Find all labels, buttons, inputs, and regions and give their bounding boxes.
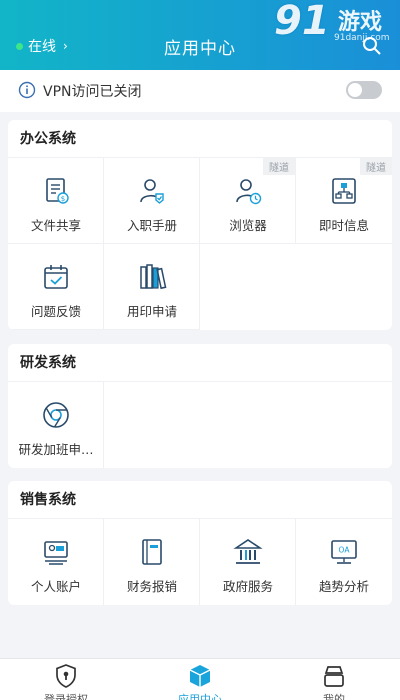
vpn-status-text: VPN访问已关闭 <box>43 84 142 100</box>
app-browser[interactable]: 隧道 浏览器 <box>200 158 296 244</box>
chrome-icon <box>43 402 69 428</box>
tab-mine[interactable]: 我的 <box>294 663 374 700</box>
app-personal-account[interactable]: 个人账户 <box>8 519 104 605</box>
header-bar: 在线 › 应用中心 91 游戏 91danji.com <box>0 0 400 70</box>
government-building-icon <box>233 539 263 564</box>
app-finance-reimburse[interactable]: 财务报销 <box>104 519 200 605</box>
app-label: 趋势分析 <box>318 579 369 594</box>
app-government-service[interactable]: 政府服务 <box>200 519 296 605</box>
app-seal-request[interactable]: 用印申请 <box>104 244 200 330</box>
tunnel-badge: 隧道 <box>263 158 295 175</box>
app-label: 入职手册 <box>126 218 177 233</box>
app-label: 财务报销 <box>126 579 177 594</box>
vpn-toggle[interactable] <box>346 81 382 99</box>
watermark-logo: 91 游戏 91danji.com <box>272 0 400 48</box>
tab-app-center[interactable]: 应用中心 <box>160 663 240 700</box>
section-title: 销售系统 <box>8 481 392 519</box>
oa-monitor-icon: OA <box>331 540 357 564</box>
app-onboarding-handbook[interactable]: 入职手册 <box>104 158 200 244</box>
tab-login-auth[interactable]: 登录授权 <box>26 663 106 700</box>
watermark-site: 91danji.com <box>334 33 390 43</box>
app-label: 用印申请 <box>126 304 177 319</box>
app-label: 浏览器 <box>229 218 267 233</box>
app-box-icon <box>189 665 211 687</box>
vpn-status-bar: VPN访问已关闭 <box>0 70 400 112</box>
svg-text:$: $ <box>61 195 65 203</box>
app-label: 政府服务 <box>222 579 273 594</box>
app-label: 个人账户 <box>30 579 81 594</box>
oa-icon-label: OA <box>339 546 351 555</box>
app-trend-analysis[interactable]: OA 趋势分析 <box>296 519 392 605</box>
tab-label: 登录授权 <box>44 693 88 700</box>
app-label: 即时信息 <box>318 218 369 233</box>
section-rnd: 研发系统 研发加班申… <box>8 344 392 468</box>
watermark-number: 91 <box>274 0 330 44</box>
watermark-text: 游戏 <box>338 10 383 35</box>
app-label: 文件共享 <box>30 218 81 233</box>
shield-lock-icon <box>56 664 76 688</box>
profile-icon <box>324 666 344 687</box>
calendar-check-icon <box>44 265 68 289</box>
tunnel-badge: 隧道 <box>360 158 392 175</box>
org-chart-icon <box>332 178 356 204</box>
tab-label: 我的 <box>323 693 345 700</box>
account-card-icon <box>44 541 68 565</box>
app-instant-message[interactable]: 隧道 即时信息 <box>296 158 392 244</box>
section-sales: 销售系统 个人账户 财务报销 政府服务 OA 趋势分析 <box>8 481 392 605</box>
app-label: 研发加班申… <box>18 442 94 457</box>
toggle-knob <box>348 83 362 97</box>
section-title: 研发系统 <box>8 344 392 382</box>
books-icon <box>140 264 167 290</box>
app-file-share[interactable]: $ 文件共享 <box>8 158 104 244</box>
ledger-icon <box>142 539 162 565</box>
user-clock-icon <box>236 179 262 205</box>
tab-label: 应用中心 <box>178 693 222 700</box>
section-office: 办公系统 $ 文件共享 入职手册 隧道 浏览器 隧道 即时信息 问题反馈 用印申… <box>8 120 392 330</box>
file-share-icon: $ <box>46 178 69 204</box>
app-rnd-overtime[interactable]: 研发加班申… <box>8 382 104 468</box>
empty-cell <box>200 244 392 330</box>
section-title: 办公系统 <box>8 120 392 158</box>
onboarding-user-icon <box>140 179 164 204</box>
app-label: 问题反馈 <box>30 304 81 319</box>
app-feedback[interactable]: 问题反馈 <box>8 244 104 330</box>
bottom-tab-bar: 登录授权 应用中心 我的 <box>0 658 400 700</box>
info-icon <box>18 81 36 99</box>
